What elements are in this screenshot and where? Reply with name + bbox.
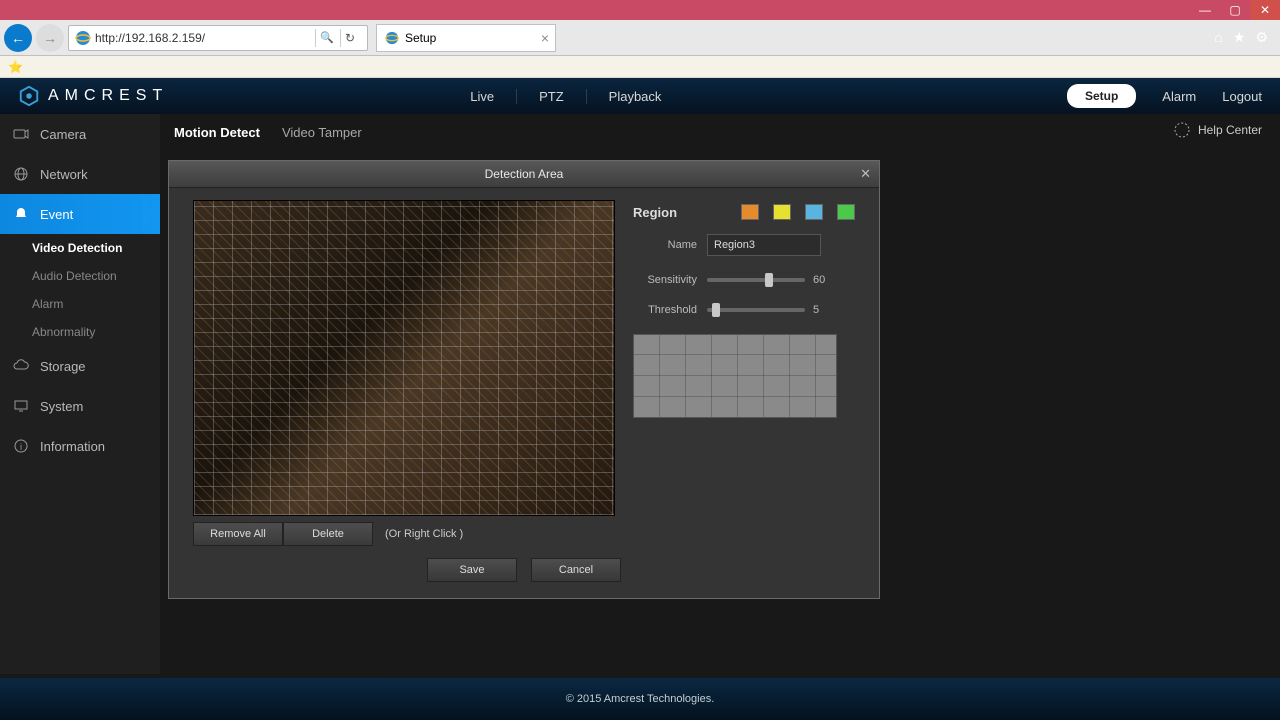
nav-logout[interactable]: Logout [1222,89,1262,104]
sidebar-item-camera[interactable]: Camera [0,114,160,154]
help-icon [1174,122,1190,138]
slider-thumb[interactable] [712,303,720,317]
region-panel: Region Name Sensitivity [633,200,855,546]
globe-icon [12,165,30,183]
close-button[interactable]: ✕ [1250,0,1280,20]
nav-setup[interactable]: Setup [1067,84,1136,108]
detection-area-dialog: Detection Area ✕ Remove All Delete (Or R… [168,160,880,599]
tab-video-tamper[interactable]: Video Tamper [282,125,362,140]
sidebar-item-information[interactable]: i Information [0,426,160,466]
detection-grid[interactable] [193,200,615,516]
region-color-4[interactable] [837,204,855,220]
browser-toolbar: ← → 🔍 ↻ Setup × ⌂ ★ ⚙ [0,20,1280,56]
tools-icon[interactable]: ⚙ [1255,29,1268,46]
forward-button[interactable]: → [36,24,64,52]
region-color-3[interactable] [805,204,823,220]
minimize-button[interactable]: — [1190,0,1220,20]
info-icon: i [12,437,30,455]
cancel-button[interactable]: Cancel [531,558,621,582]
nav-live[interactable]: Live [448,89,517,104]
url-input[interactable] [95,31,311,45]
favorites-icon[interactable]: ★ [1233,29,1246,46]
sensitivity-value: 60 [813,274,833,286]
logo: AMCREST [18,85,168,107]
region-label: Region [633,205,677,220]
favorites-bar: ⭐ [0,56,1280,78]
brand-text: AMCREST [48,87,168,105]
svg-text:i: i [20,442,22,452]
address-bar[interactable]: 🔍 ↻ [68,25,368,51]
maximize-button[interactable]: ▢ [1220,0,1250,20]
nav-ptz[interactable]: PTZ [517,89,587,104]
cloud-icon [12,357,30,375]
right-click-hint: (Or Right Click ) [373,522,475,546]
page-footer: © 2015 Amcrest Technologies. [0,678,1280,720]
sidebar: Camera Network Event Video Detection Aud… [0,114,160,674]
sidebar-sub-audio-detection[interactable]: Audio Detection [0,262,160,290]
grid-overlay [194,201,614,515]
refresh-icon[interactable]: ↻ [345,31,361,45]
sub-tab-bar: Motion Detect Video Tamper [160,114,1280,150]
nav-alarm[interactable]: Alarm [1162,89,1196,104]
region-color-1[interactable] [741,204,759,220]
threshold-value: 5 [813,304,833,316]
camera-icon [12,125,30,143]
sidebar-item-network[interactable]: Network [0,154,160,194]
monitor-icon [12,397,30,415]
sidebar-sub-abnormality[interactable]: Abnormality [0,318,160,346]
sensitivity-label: Sensitivity [633,274,707,286]
ie-icon [385,31,399,45]
delete-button[interactable]: Delete [283,522,373,546]
sensitivity-slider[interactable] [707,278,805,282]
dialog-titlebar: Detection Area ✕ [169,161,879,187]
region-color-2[interactable] [773,204,791,220]
bell-icon [12,205,30,223]
threshold-label: Threshold [633,304,707,316]
remove-all-button[interactable]: Remove All [193,522,283,546]
dialog-close-icon[interactable]: ✕ [860,166,871,182]
star-icon[interactable]: ⭐ [8,60,23,74]
logo-icon [18,85,40,107]
save-button[interactable]: Save [427,558,517,582]
back-button[interactable]: ← [4,24,32,52]
window-titlebar: — ▢ ✕ [0,0,1280,20]
dialog-title: Detection Area [485,167,564,181]
sidebar-item-system[interactable]: System [0,386,160,426]
app-header: AMCREST Live PTZ Playback Setup Alarm Lo… [0,78,1280,114]
sidebar-sub-alarm[interactable]: Alarm [0,290,160,318]
main-layout: Camera Network Event Video Detection Aud… [0,114,1280,674]
sidebar-item-storage[interactable]: Storage [0,346,160,386]
ie-icon [75,30,91,46]
help-center-button[interactable]: Help Center [1174,122,1262,138]
region-name-input[interactable] [707,234,821,256]
sidebar-item-event[interactable]: Event [0,194,160,234]
tab-motion-detect[interactable]: Motion Detect [174,125,260,140]
sidebar-sub-video-detection[interactable]: Video Detection [0,234,160,262]
tab-title: Setup [405,31,436,45]
name-label: Name [633,239,707,251]
tab-close-icon[interactable]: × [541,30,549,46]
browser-tab[interactable]: Setup × [376,24,556,52]
search-icon[interactable]: 🔍 [320,31,336,44]
activity-chart [633,334,837,418]
threshold-slider[interactable] [707,308,805,312]
content-area: Motion Detect Video Tamper Help Center D… [160,114,1280,674]
slider-thumb[interactable] [765,273,773,287]
nav-playback[interactable]: Playback [587,89,684,104]
home-icon[interactable]: ⌂ [1214,29,1222,46]
copyright: © 2015 Amcrest Technologies. [566,693,715,705]
